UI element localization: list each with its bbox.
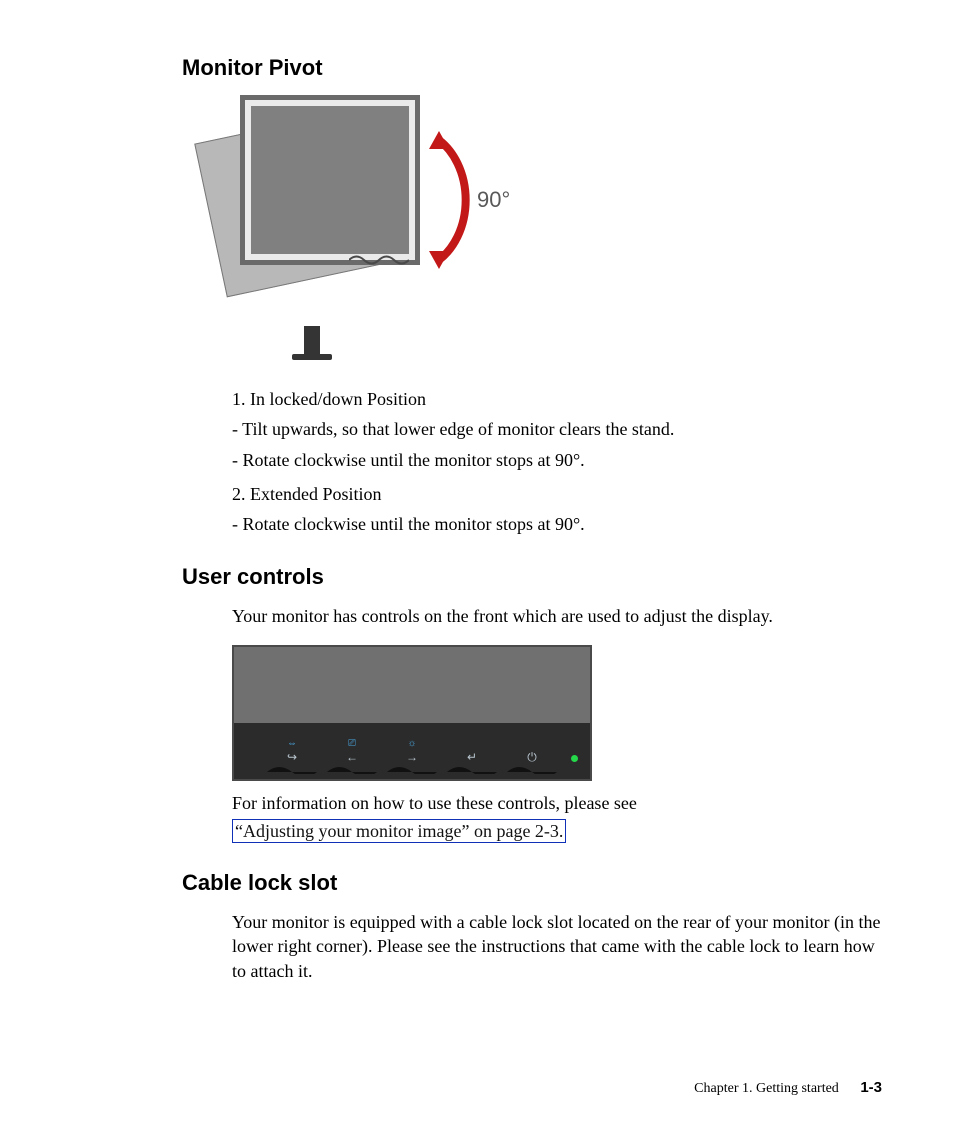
cable-lock-content: Your monitor is equipped with a cable lo… [232,910,882,983]
cable-lock-body: Your monitor is equipped with a cable lo… [232,910,882,983]
control-button-1: ⇔ ↪ [264,739,320,774]
figure-user-controls: ⇔ ↪ ⎚ ← ☼ → [232,645,592,781]
button-ridge-icon [264,765,320,774]
footer-page-number: 1-3 [860,1079,882,1096]
control-button-5: ⏻ [504,749,560,774]
section-cable-lock-slot: Cable lock slot Your monitor is equipped… [182,870,882,983]
pivot-step: 2. Extended Position [232,482,882,506]
exit-icon: ↪ [264,751,320,763]
button-row: ⇔ ↪ ⎚ ← ☼ → [234,730,590,774]
control-button-2: ⎚ ← [324,739,380,774]
input-icon: ⇔ [264,739,320,749]
user-controls-intro: Your monitor has controls on the front w… [232,604,882,628]
pivot-step: 1. In locked/down Position [232,387,882,411]
section-monitor-pivot: Monitor Pivot 90° 1. In [182,55,882,536]
button-ridge-icon [504,765,560,774]
monitor-bezel [232,645,592,727]
pivot-content: 90° 1. In locked/down Position - Tilt up… [232,95,882,536]
right-arrow-icon: → [384,751,440,763]
page-footer: Chapter 1. Getting started 1-3 [694,1079,882,1097]
link-adjusting-monitor-image[interactable]: “Adjusting your monitor image” on page 2… [232,819,566,843]
monitor-stand-neck [304,326,320,354]
heading-cable-lock-slot: Cable lock slot [182,870,882,896]
pivot-angle-label: 90° [477,187,510,213]
figure-monitor-pivot: 90° [232,95,592,375]
control-button-3: ☼ → [384,739,440,774]
control-button-4: ↵ [444,749,500,774]
document-page: Monitor Pivot 90° 1. In [0,0,954,1135]
power-led-icon [571,755,578,762]
enter-icon: ↵ [444,751,500,763]
pivot-step: - Rotate clockwise until the monitor sto… [232,512,882,536]
heading-user-controls: User controls [182,564,882,590]
monitor-stand-base [292,354,332,360]
button-ridge-icon [444,765,500,774]
monitor-screen [251,106,409,254]
pivot-step: - Tilt upwards, so that lower edge of mo… [232,417,882,441]
left-arrow-icon: ← [324,751,380,763]
heading-monitor-pivot: Monitor Pivot [182,55,882,81]
monitor-front [240,95,420,265]
pivot-step: - Rotate clockwise until the monitor sto… [232,448,882,472]
section-user-controls: User controls Your monitor has controls … [182,564,882,842]
button-ridge-icon [324,765,380,774]
brightness-icon: ☼ [384,739,440,749]
footer-chapter: Chapter 1. Getting started [694,1081,839,1096]
rotation-arrow-icon [427,125,477,275]
monitor-button-panel: ⇔ ↪ ⎚ ← ☼ → [232,723,592,781]
button-ridge-icon [384,765,440,774]
user-controls-content: Your monitor has controls on the front w… [232,604,882,842]
user-controls-followup: For information on how to use these cont… [232,791,882,815]
monitor-bezel-wave-icon [349,255,409,265]
power-icon: ⏻ [504,751,560,763]
auto-adjust-icon: ⎚ [324,739,380,749]
